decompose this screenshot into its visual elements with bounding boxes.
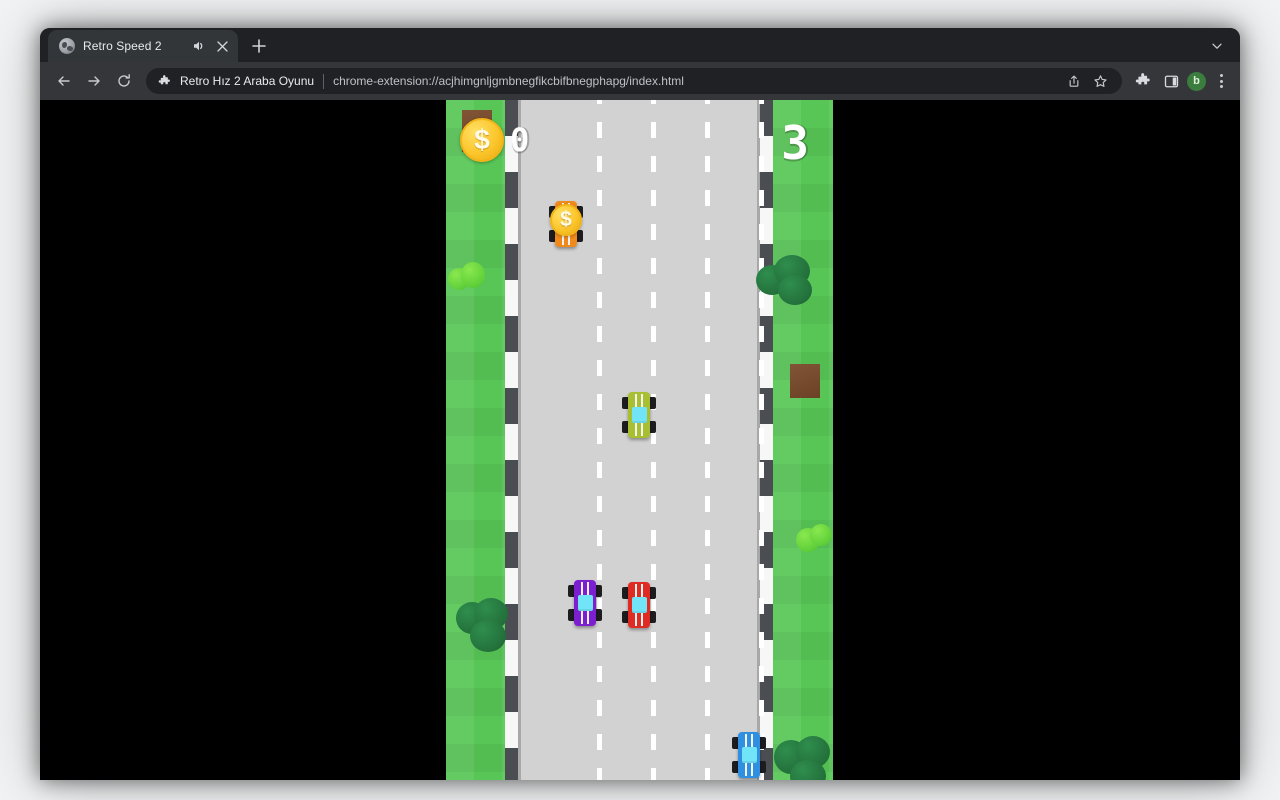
purple-car	[568, 580, 602, 626]
three-dot-menu-icon[interactable]	[1210, 70, 1232, 92]
player-blue-car[interactable]	[732, 732, 766, 778]
new-tab-button[interactable]	[245, 32, 273, 60]
chevron-down-icon[interactable]	[1206, 35, 1228, 57]
tree-right-bottom	[774, 736, 833, 780]
red-car	[622, 582, 656, 628]
lane-divider	[705, 100, 710, 780]
page-viewport: $ $ 0 3	[40, 100, 1240, 780]
star-icon[interactable]	[1088, 69, 1112, 93]
grass-left	[446, 100, 505, 780]
back-arrow-icon[interactable]	[50, 67, 78, 95]
car-windshield	[741, 747, 757, 763]
close-icon[interactable]	[214, 38, 230, 54]
game-canvas[interactable]: $ $ 0 3	[446, 100, 833, 780]
omnibox-site-name: Retro Hız 2 Araba Oyunu	[180, 74, 315, 88]
grass-right	[773, 100, 833, 780]
omnibox-separator	[323, 73, 325, 89]
side-panel-icon[interactable]	[1159, 69, 1183, 93]
roadway	[505, 100, 773, 780]
lives-value: 3	[781, 116, 809, 170]
guardrail-left	[505, 100, 521, 780]
coin-pickup: $	[550, 204, 582, 236]
forward-arrow-icon[interactable]	[80, 67, 108, 95]
bush-left-upper	[448, 262, 488, 296]
lane-divider	[759, 100, 764, 780]
tree-left-lower	[456, 598, 516, 656]
browser-toolbar: Retro Hız 2 Araba Oyunu chrome-extension…	[40, 62, 1240, 100]
olive-car	[622, 392, 656, 438]
dirt-patch-right-mid	[790, 364, 820, 398]
lane-divider	[651, 100, 656, 780]
tab-strip: Retro Speed 2	[40, 28, 1240, 62]
omnibox-url-text[interactable]: chrome-extension://acjhimgnljgmbnegfikcb…	[333, 74, 1047, 88]
browser-window: Retro Speed 2 Retro Hız 2 Araba Oyunu ch…	[40, 28, 1240, 780]
tree-right-upper	[756, 255, 816, 311]
globe-icon	[59, 38, 75, 54]
car-windshield	[631, 597, 647, 613]
profile-avatar[interactable]: b	[1187, 71, 1206, 91]
score-value: 0	[510, 121, 530, 159]
reload-icon[interactable]	[110, 67, 138, 95]
tab-title: Retro Speed 2	[83, 39, 162, 53]
car-windshield	[577, 595, 593, 611]
dollar-coin-icon: $	[460, 118, 504, 162]
bush-right-mid	[796, 524, 833, 556]
puzzle-piece-icon	[157, 74, 171, 88]
lane-divider	[597, 100, 602, 780]
address-bar[interactable]: Retro Hız 2 Araba Oyunu chrome-extension…	[146, 68, 1122, 94]
puzzle-piece-icon[interactable]	[1131, 69, 1155, 93]
share-icon[interactable]	[1062, 69, 1086, 93]
browser-tab[interactable]: Retro Speed 2	[48, 30, 238, 62]
car-windshield	[631, 407, 647, 423]
speaker-playing-icon[interactable]	[190, 38, 206, 54]
toolbar-right-actions: b	[1131, 69, 1232, 93]
